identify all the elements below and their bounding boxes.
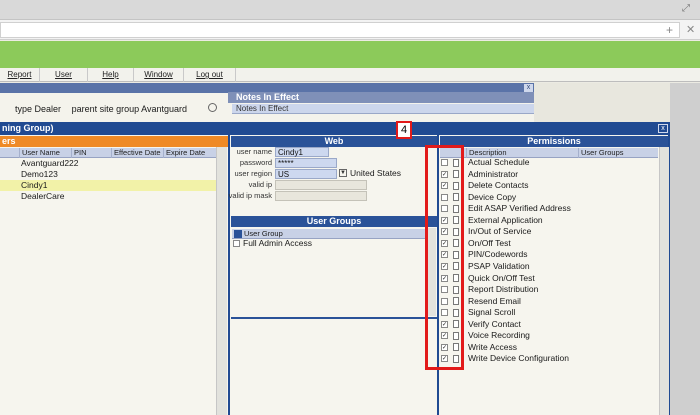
notes-header: Notes In Effect [228, 92, 534, 103]
site-group-label: parent site group [71, 104, 140, 114]
user-name-label: user name [236, 147, 272, 156]
user-region-country: United States [350, 168, 402, 178]
col-user-name[interactable]: User Name [19, 148, 71, 158]
permission-label: External Application [468, 214, 543, 225]
menu-logout[interactable]: Log out [184, 68, 236, 82]
user-name-field[interactable]: Cindy1 [275, 147, 329, 157]
chevron-down-icon[interactable]: ▼ [339, 169, 347, 177]
permission-label: PSAP Validation [468, 260, 530, 271]
permission-label: Verify Contact [468, 318, 521, 329]
user-region-select[interactable]: US [275, 169, 337, 179]
permission-label: Actual Schedule [468, 157, 530, 167]
type-label: type [15, 104, 33, 114]
permission-label: Signal Scroll [468, 307, 516, 318]
add-bookmark-icon[interactable]: + [666, 23, 673, 37]
user-row-selected[interactable]: Cindy1 [0, 180, 216, 191]
permission-label: On/Off Test [468, 237, 511, 248]
app-banner [0, 41, 700, 68]
panel-divider [231, 317, 437, 319]
select-all-icon[interactable] [234, 230, 242, 238]
background-window-close-icon[interactable]: x [524, 84, 533, 92]
user-row[interactable]: Demo123 [0, 169, 216, 180]
type-value: Dealer [34, 104, 62, 114]
users-scrollbar[interactable] [216, 147, 227, 415]
users-panel-header: ers [0, 136, 228, 147]
permission-label: Write Device Configuration [468, 353, 569, 364]
permission-label: Voice Recording [468, 330, 530, 341]
search-icon[interactable] [208, 103, 217, 112]
user-row[interactable]: Avantguard222 [0, 158, 216, 169]
col-effective-date[interactable]: Effective Date [111, 148, 163, 158]
menu-help[interactable]: Help [88, 68, 134, 82]
main-window-title: ning Group) [2, 123, 54, 133]
col-pin[interactable]: PIN [71, 148, 111, 158]
col-user-groups[interactable]: User Groups [578, 148, 658, 158]
password-label: password [239, 158, 272, 167]
permission-label: Edit ASAP Verified Address [468, 203, 571, 214]
valid-ip-mask-label: valid ip mask [228, 191, 272, 200]
main-window-close-icon[interactable]: x [658, 124, 668, 133]
site-group-value: Avantguard [141, 104, 187, 114]
permissions-header: Permissions [440, 136, 668, 147]
permission-label: Resend Email [468, 295, 521, 306]
permission-label: Quick On/Off Test [468, 272, 535, 283]
permission-label: Report Distribution [468, 284, 539, 295]
permission-label: In/Out of Service [468, 226, 532, 237]
col-expire-date[interactable]: Expire Date [163, 148, 216, 158]
permission-label: Write Access [468, 341, 517, 352]
user-group-column-label: User Group [244, 229, 283, 238]
user-group-label: Full Admin Access [243, 238, 312, 248]
permission-label: Administrator [468, 168, 519, 179]
users-column-headers: User Name PIN Effective Date Expire Date [0, 148, 216, 158]
valid-ip-label: valid ip [248, 180, 272, 189]
annotation-number: 4 [396, 121, 412, 139]
site-info: type Dealer parent site group Avantguard [4, 104, 187, 114]
browser-titlebar [0, 0, 700, 20]
permission-label: Device Copy [468, 191, 517, 202]
address-bar[interactable] [0, 22, 680, 38]
permission-label: PIN/Codewords [468, 249, 528, 260]
user-groups-header: User Groups [231, 216, 437, 227]
password-field[interactable]: ***** [275, 158, 337, 168]
valid-ip-field[interactable] [275, 180, 367, 190]
close-tab-icon[interactable]: ✕ [686, 23, 695, 37]
valid-ip-mask-field[interactable] [275, 191, 367, 201]
menu-bar: Report User Help Window Log out [0, 68, 700, 82]
main-window-titlebar [0, 122, 670, 135]
highlight-box [425, 145, 464, 370]
full-admin-access-checkbox[interactable] [233, 240, 240, 247]
menu-window[interactable]: Window [134, 68, 184, 82]
permission-label: Delete Contacts [468, 180, 529, 191]
restore-window-icon[interactable]: ⤢ [682, 4, 692, 14]
notes-column-header: Notes In Effect [232, 104, 534, 114]
user-region-label: user region [234, 169, 272, 178]
user-row[interactable]: DealerCare [0, 191, 216, 202]
menu-user[interactable]: User [40, 68, 88, 82]
permissions-scrollbar[interactable] [659, 147, 669, 415]
right-gutter [670, 83, 700, 415]
menu-report[interactable]: Report [0, 68, 40, 82]
